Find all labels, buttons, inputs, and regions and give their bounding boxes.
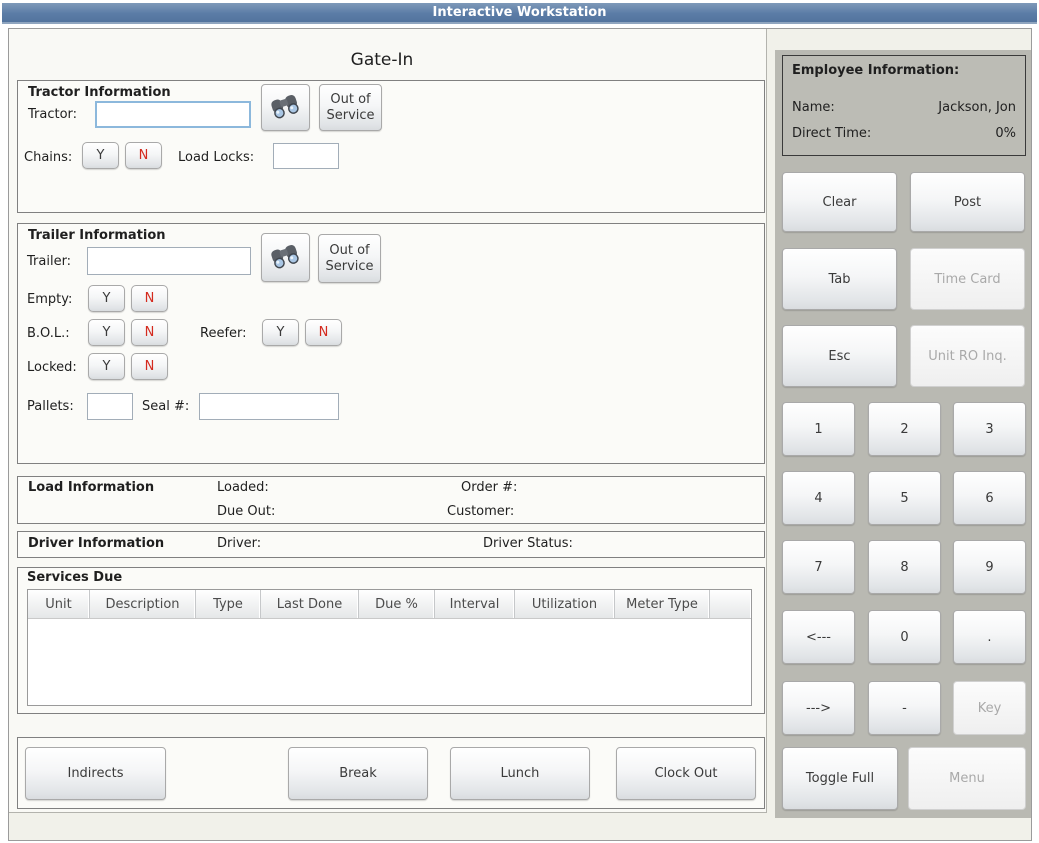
column-header-filler (710, 590, 751, 618)
services-due-table: Unit Description Type Last Done Due % In… (27, 589, 752, 706)
time-card-button: Time Card (910, 248, 1025, 310)
seal-input[interactable] (199, 393, 339, 420)
tractor-search-button[interactable] (261, 84, 310, 131)
menu-button: Menu (908, 747, 1026, 810)
clear-button[interactable]: Clear (782, 172, 897, 232)
keypad-6-button[interactable]: 6 (953, 471, 1026, 525)
driver-section-title: Driver Information (28, 536, 164, 551)
empty-no-button[interactable]: N (131, 285, 168, 312)
post-button[interactable]: Post (910, 172, 1025, 232)
tractor-input[interactable] (95, 101, 251, 128)
trailer-label: Trailer: (27, 254, 71, 269)
keypad-8-button[interactable]: 8 (868, 540, 941, 594)
driver-label: Driver: (217, 536, 261, 551)
lunch-button[interactable]: Lunch (450, 747, 590, 800)
column-header-type: Type (196, 590, 261, 618)
window-titlebar: Interactive Workstation (2, 3, 1037, 24)
trailer-input[interactable] (87, 247, 251, 275)
page-title: Gate-In (292, 50, 472, 70)
keypad-back-button[interactable]: <--- (782, 610, 855, 664)
keypad-forward-button[interactable]: ---> (782, 681, 855, 735)
loaded-label: Loaded: (217, 480, 269, 495)
column-header-meter-type: Meter Type (615, 590, 710, 618)
trailer-section-title: Trailer Information (28, 228, 166, 243)
interactive-workstation-screen: Interactive Workstation Gate-In Tractor … (0, 0, 1039, 843)
keypad-2-button[interactable]: 2 (868, 402, 941, 456)
locked-no-button[interactable]: N (131, 353, 168, 380)
order-number-label: Order #: (461, 480, 517, 495)
employee-box-title: Employee Information: (792, 63, 959, 78)
locked-yes-button[interactable]: Y (88, 353, 125, 380)
indirects-button[interactable]: Indirects (25, 747, 166, 800)
keypad-dot-button[interactable]: . (953, 610, 1026, 664)
load-locks-input[interactable] (273, 143, 339, 169)
reefer-yes-button[interactable]: Y (262, 319, 299, 346)
clock-out-button[interactable]: Clock Out (616, 747, 756, 800)
bol-label: B.O.L.: (27, 326, 70, 341)
keypad-5-button[interactable]: 5 (868, 471, 941, 525)
direct-time-value: 0% (796, 126, 1016, 141)
empty-yes-button[interactable]: Y (88, 285, 125, 312)
keypad-7-button[interactable]: 7 (782, 540, 855, 594)
unit-ro-inq-button: Unit RO Inq. (910, 325, 1025, 387)
keypad-3-button[interactable]: 3 (953, 402, 1026, 456)
driver-status-label: Driver Status: (483, 536, 573, 551)
locked-label: Locked: (27, 360, 77, 375)
employee-name-value: Jackson, Jon (796, 100, 1016, 115)
services-table-body (28, 619, 751, 705)
reefer-no-button[interactable]: N (305, 319, 342, 346)
due-out-label: Due Out: (217, 504, 275, 519)
key-button: Key (953, 681, 1026, 735)
reefer-label: Reefer: (200, 326, 247, 341)
binoculars-icon (268, 244, 303, 272)
break-button[interactable]: Break (288, 747, 428, 800)
chains-no-button[interactable]: N (125, 142, 162, 169)
bol-no-button[interactable]: N (131, 319, 168, 346)
bol-yes-button[interactable]: Y (88, 319, 125, 346)
pallets-input[interactable] (87, 393, 133, 420)
tractor-label: Tractor: (28, 107, 77, 122)
column-header-description: Description (90, 590, 196, 618)
chains-label: Chains: (24, 150, 72, 165)
keypad-minus-button[interactable]: - (868, 681, 941, 735)
services-table-header: Unit Description Type Last Done Due % In… (28, 590, 751, 619)
trailer-out-of-service-button[interactable]: Out of Service (318, 234, 381, 283)
esc-button[interactable]: Esc (782, 325, 897, 387)
binoculars-icon (268, 94, 303, 122)
column-header-unit: Unit (28, 590, 90, 618)
tractor-section-title: Tractor Information (28, 85, 171, 100)
column-header-last-done: Last Done (261, 590, 359, 618)
keypad-9-button[interactable]: 9 (953, 540, 1026, 594)
window-title: Interactive Workstation (433, 5, 607, 20)
toggle-full-button[interactable]: Toggle Full (782, 747, 898, 810)
column-header-utilization: Utilization (515, 590, 615, 618)
column-header-interval: Interval (435, 590, 515, 618)
tab-button[interactable]: Tab (782, 248, 897, 310)
pallets-label: Pallets: (27, 399, 74, 414)
trailer-search-button[interactable] (261, 233, 310, 282)
chains-yes-button[interactable]: Y (82, 142, 119, 169)
keypad-0-button[interactable]: 0 (868, 610, 941, 664)
customer-label: Customer: (447, 504, 514, 519)
column-header-due-pct: Due % (359, 590, 435, 618)
tractor-out-of-service-button[interactable]: Out of Service (319, 84, 382, 131)
load-locks-label: Load Locks: (178, 150, 254, 165)
keypad-1-button[interactable]: 1 (782, 402, 855, 456)
services-section-title: Services Due (27, 570, 122, 585)
load-section-title: Load Information (28, 480, 154, 495)
empty-label: Empty: (27, 292, 72, 307)
keypad-4-button[interactable]: 4 (782, 471, 855, 525)
seal-label: Seal #: (142, 399, 189, 414)
